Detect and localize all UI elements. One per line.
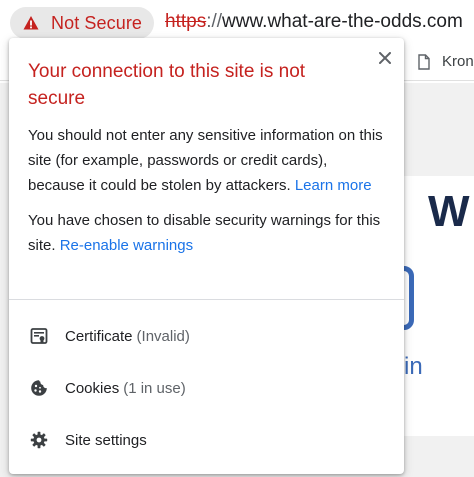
cookies-item[interactable]: Cookies (1 in use) — [9, 366, 404, 410]
close-button[interactable] — [375, 48, 395, 68]
popup-body: You should not enter any sensitive infor… — [28, 123, 386, 268]
site-settings-label: Site settings — [65, 431, 147, 449]
popup-title: Your connection to this site is not secu… — [28, 61, 306, 109]
warning-paragraph: You should not enter any sensitive infor… — [28, 123, 386, 198]
page-heading: W — [428, 187, 470, 236]
cookies-label: Cookies — [65, 379, 120, 397]
reenable-warnings-link[interactable]: Re-enable warnings — [60, 237, 193, 254]
url-scheme: https — [165, 11, 207, 32]
gear-icon — [30, 431, 48, 449]
document-icon — [418, 53, 430, 70]
learn-more-link[interactable]: Learn more — [295, 177, 372, 194]
url-separator: :// — [206, 11, 223, 32]
page-link[interactable]: in — [404, 352, 423, 382]
warning-triangle-icon — [23, 15, 39, 31]
certificate-icon — [30, 327, 48, 345]
certificate-status: (Invalid) — [136, 327, 190, 345]
security-indicator-chip[interactable]: Not Secure — [10, 7, 154, 39]
browser-window: Not Secure https://www.what-are-the-odds… — [0, 0, 474, 477]
cookie-icon — [30, 379, 48, 397]
site-settings-item[interactable]: Site settings — [9, 418, 404, 462]
certificate-item[interactable]: Certificate (Invalid) — [9, 314, 404, 358]
url-text[interactable]: https://www.what-are-the-odds.com — [165, 9, 463, 35]
url-host: www.what-are-the-odds.com — [222, 11, 463, 32]
certificate-label: Certificate — [65, 327, 133, 345]
divider — [9, 299, 404, 300]
cookies-label-group: Cookies (1 in use) — [65, 380, 186, 397]
bookmark-item-label: Kron — [442, 53, 474, 70]
security-label: Not Secure — [51, 12, 143, 33]
close-icon — [379, 52, 391, 64]
certificate-label-group: Certificate (Invalid) — [65, 328, 190, 345]
cookies-count: (1 in use) — [123, 379, 186, 397]
page-info-popup: Your connection to this site is not secu… — [9, 38, 404, 474]
disabled-paragraph: You have chosen to disable security warn… — [28, 208, 386, 258]
bookmark-item[interactable]: Kron — [418, 53, 474, 70]
